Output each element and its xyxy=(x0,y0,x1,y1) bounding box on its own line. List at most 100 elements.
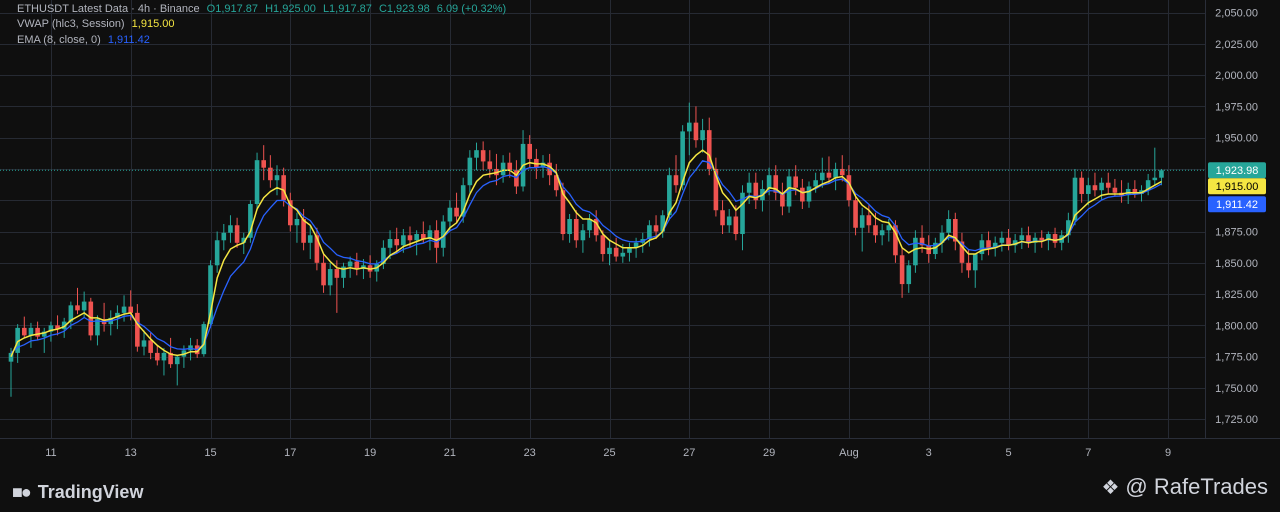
candle-body xyxy=(826,172,832,178)
candle-body xyxy=(75,305,80,311)
legend-high: H1,925.00 xyxy=(265,3,316,15)
legend-vwap-value: 1,915.00 xyxy=(131,18,175,30)
tradingview-logo-text: TradingView xyxy=(37,482,144,502)
price-label-text: 1,911.42 xyxy=(1216,199,1258,211)
candle-body xyxy=(467,157,473,186)
candle-body xyxy=(607,247,612,255)
candle-body xyxy=(800,187,805,202)
x-tick-label: 7 xyxy=(1085,447,1091,459)
x-tick-label: 13 xyxy=(125,447,137,459)
legend-vwap-label: VWAP (hlc3, Session) xyxy=(17,18,125,30)
candle-body xyxy=(1086,185,1091,194)
price-label-text: 1,915.00 xyxy=(1216,181,1259,193)
candle-body xyxy=(853,200,858,228)
x-tick-label: 5 xyxy=(1005,447,1011,459)
legend-open: O1,917.87 xyxy=(206,3,259,15)
watermark-text: @ RafeTrades xyxy=(1125,474,1268,499)
candle-body xyxy=(387,239,393,248)
candle-body xyxy=(820,172,825,181)
candle-body xyxy=(879,230,885,236)
candle xyxy=(88,297,94,341)
y-tick-label: 1,950.00 xyxy=(1215,133,1258,145)
candle-body xyxy=(613,247,619,257)
candle-body xyxy=(35,327,40,337)
candle-body xyxy=(687,122,692,132)
x-tick-label: 19 xyxy=(364,447,376,459)
candle-body xyxy=(121,306,127,313)
candle-body xyxy=(327,269,333,286)
candle-body xyxy=(1052,234,1058,243)
y-tick-label: 1,725.00 xyxy=(1215,414,1258,426)
candle-body xyxy=(174,356,180,365)
candle-body xyxy=(301,219,306,243)
chart-container[interactable]: 2,050.00 2,025.00 2,000.00 1,975.00 1,950.00… xyxy=(0,0,1280,512)
candle-body xyxy=(135,312,140,347)
candle-body xyxy=(1079,177,1084,194)
x-tick-label: Aug xyxy=(839,447,859,459)
x-tick-label: 29 xyxy=(763,447,775,459)
candle-body xyxy=(733,216,739,235)
candle-body xyxy=(268,167,273,181)
candle-body xyxy=(746,182,752,193)
candle-body xyxy=(913,237,918,266)
x-tick-label: 21 xyxy=(444,447,456,459)
legend-close: C1,923.98 xyxy=(378,3,430,15)
candle-body xyxy=(155,352,160,361)
y-tick-label: 1,850.00 xyxy=(1215,258,1258,270)
candle-body xyxy=(281,175,286,201)
author-watermark: ❖ @ RafeTrades xyxy=(1101,474,1268,500)
x-tick-label: 15 xyxy=(204,447,216,459)
candle-body xyxy=(254,160,260,204)
candle-body xyxy=(401,235,406,246)
y-tick-label: 1,975.00 xyxy=(1215,101,1258,113)
candle-body xyxy=(873,225,878,236)
legend-ema-label: EMA (8, close, 0) xyxy=(17,34,101,46)
candle xyxy=(248,200,253,243)
candle-body xyxy=(141,340,147,347)
candle-body xyxy=(394,239,399,246)
candle-body xyxy=(1159,170,1164,178)
price-labels: 1,923.98 1,915.00 1,911.42 xyxy=(1208,162,1266,213)
candle-body xyxy=(1019,235,1025,241)
candle-body xyxy=(234,225,240,243)
price-label-text: 1,923.98 xyxy=(1216,165,1259,177)
candle-body xyxy=(334,269,340,278)
tradingview-logo[interactable]: ■● TradingView xyxy=(12,482,143,503)
candle-body xyxy=(573,219,579,241)
candle-body xyxy=(567,219,572,235)
candle-body xyxy=(214,240,220,266)
candle-body xyxy=(859,215,865,228)
x-tick-label: 3 xyxy=(926,447,932,459)
candle-body xyxy=(228,225,233,233)
candle-body xyxy=(1092,185,1098,191)
candle-body xyxy=(22,327,27,336)
legend-ohlc: ETHUSDT Latest Data · 4h · Binance O1,91… xyxy=(17,3,510,15)
legend-symbol: ETHUSDT Latest Data · 4h · Binance xyxy=(17,3,200,15)
chart-canvas[interactable]: 2,050.00 2,025.00 2,000.00 1,975.00 1,950.00… xyxy=(0,0,1280,512)
y-tick-label: 2,050.00 xyxy=(1215,8,1258,20)
candle-body xyxy=(966,262,971,271)
legend-low: L1,917.87 xyxy=(322,3,372,15)
candle-body xyxy=(653,225,659,232)
candle-body xyxy=(700,130,705,141)
y-tick-label: 1,750.00 xyxy=(1215,383,1258,395)
candle-body xyxy=(81,301,87,311)
candle-body xyxy=(507,162,513,171)
x-tick-label: 27 xyxy=(683,447,695,459)
legend-ema[interactable]: EMA (8, close, 0) 1,911.42 xyxy=(17,34,154,46)
legend-change: 6.09 (+0.32%) xyxy=(436,3,507,15)
candle-body xyxy=(693,122,699,141)
candle-body xyxy=(294,219,300,226)
candle-body xyxy=(793,176,798,188)
y-tick-label: 2,000.00 xyxy=(1215,70,1258,82)
candle-body xyxy=(414,234,419,241)
candle-body xyxy=(321,262,326,286)
candle-body xyxy=(620,252,626,257)
candle-body xyxy=(28,327,34,336)
legend-vwap[interactable]: VWAP (hlc3, Session) 1,915.00 xyxy=(17,18,178,30)
y-tick-label: 1,775.00 xyxy=(1215,352,1258,364)
candle-body xyxy=(354,261,360,270)
candle xyxy=(254,152,260,211)
candle-body xyxy=(480,150,486,162)
candle-body xyxy=(454,207,459,217)
